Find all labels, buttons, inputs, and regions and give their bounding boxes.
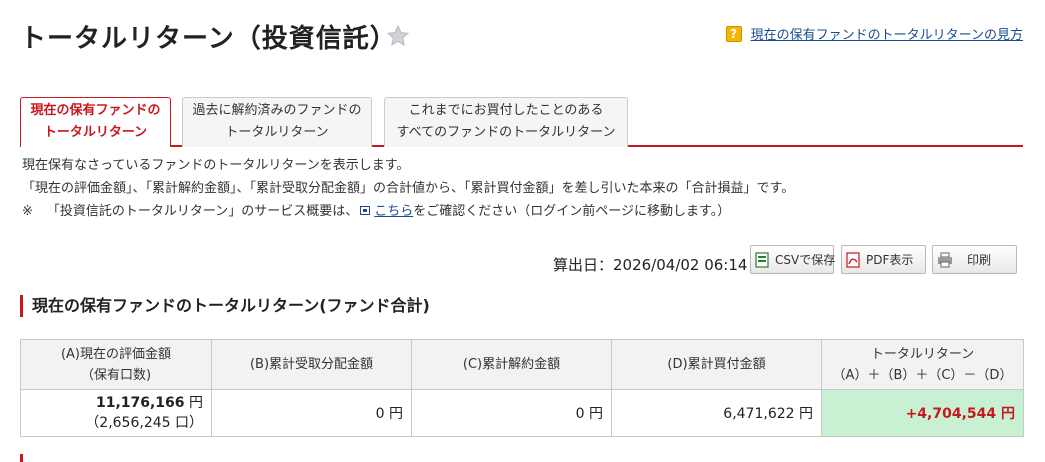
table-row: 11,176,166 円 （2,656,245 口） 0 円 0 円 6,471… [20, 389, 1024, 437]
description-line: 「現在の評価金額」、「累計解約金額」、「累計受取分配金額」の合計値から、「累計買… [22, 181, 795, 196]
tab-label: すべてのファンドのトータルリターン [396, 125, 616, 140]
pdf-view-label: PDF表示 [866, 253, 914, 267]
service-overview-link-label: こちら [374, 204, 414, 219]
star-icon[interactable] [386, 24, 410, 48]
csv-save-label: CSVで保存 [775, 253, 836, 267]
table-header-row: (A)現在の評価金額 （保有口数) (B)累計受取分配金額 (C)累計解約金額 … [20, 339, 1024, 390]
header-label: (A)現在の評価金額 [60, 346, 172, 362]
total-return-table: (A)現在の評価金額 （保有口数) (B)累計受取分配金額 (C)累計解約金額 … [20, 339, 1024, 437]
current-value-amount: 11,176,166 円 [95, 395, 203, 411]
header-label: （A）＋（B）＋（C）－（D） [832, 367, 1013, 383]
units-held: （2,656,245 口） [85, 415, 203, 431]
tab-redeemed-funds[interactable]: 過去に解約済みのファンドの トータルリターン [182, 97, 372, 147]
header-label: （保有口数) [80, 367, 152, 383]
printer-icon [938, 252, 952, 267]
tab-label: トータルリターン [43, 125, 148, 140]
description: 現在保有なさっているファンドのトータルリターンを表示します。 「現在の評価金額」… [22, 154, 794, 223]
header-total-return: トータルリターン （A）＋（B）＋（C）－（D） [821, 339, 1024, 390]
tab-label: これまでにお買付したことのある [408, 103, 604, 118]
cell-redemptions: 0 円 [411, 389, 612, 437]
cell-current-value: 11,176,166 円 （2,656,245 口） [20, 389, 212, 437]
note-mark: ※ [22, 204, 33, 219]
header-current-value: (A)現在の評価金額 （保有口数) [20, 339, 212, 390]
tab-all-funds[interactable]: これまでにお買付したことのある すべてのファンドのトータルリターン [384, 97, 628, 147]
pdf-icon [846, 251, 860, 268]
tab-label: トータルリターン [225, 125, 329, 140]
cell-purchases: 6,471,622 円 [611, 389, 822, 437]
header-label: トータルリターン [870, 346, 975, 362]
description-line: 現在保有なさっているファンドのトータルリターンを表示します。 [22, 158, 410, 173]
fund-tabs: 現在の保有ファンドの トータルリターン 過去に解約済みのファンドの トータルリタ… [20, 97, 1023, 147]
help-link[interactable]: ? 現在の保有ファンドのトータルリターンの見方 [725, 24, 1023, 43]
next-section-marker [20, 454, 23, 462]
note-text: をご確認ください（ログイン前ページに移動します。） [413, 204, 731, 219]
cell-total-return: +4,704,544 円 [821, 389, 1024, 437]
service-overview-link[interactable]: こちら [358, 204, 413, 219]
section-heading: 現在の保有ファンドのトータルリターン(ファンド合計) [20, 295, 430, 317]
calc-date: 算出日：2026/04/02 06:14 [553, 256, 748, 274]
description-note: ※ 「投資信託のトータルリターン」のサービス概要は、 こちらをご確認ください（ログイ… [22, 200, 794, 223]
cell-distributions: 0 円 [211, 389, 412, 437]
header-redemptions: (C)累計解約金額 [411, 339, 612, 390]
csv-icon [755, 251, 769, 268]
external-link-icon [360, 206, 371, 215]
page-title: トータルリターン（投資信託） [20, 24, 397, 54]
tab-label: 過去に解約済みのファンドの [192, 103, 362, 118]
tab-current-funds[interactable]: 現在の保有ファンドの トータルリターン [20, 97, 171, 147]
header-distributions: (B)累計受取分配金額 [211, 339, 412, 390]
note-text: 「投資信託のトータルリターン」のサービス概要は、 [46, 204, 359, 219]
header-purchases: (D)累計買付金額 [611, 339, 822, 390]
pdf-view-button[interactable]: PDF表示 [841, 245, 926, 274]
question-icon: ? [725, 25, 742, 42]
csv-save-button[interactable]: CSVで保存 [750, 245, 836, 274]
print-button[interactable]: 印刷 [932, 245, 1017, 274]
tab-label: 現在の保有ファンドの [30, 103, 161, 118]
help-link-label: 現在の保有ファンドのトータルリターンの見方 [750, 28, 1023, 43]
print-label: 印刷 [967, 253, 992, 267]
